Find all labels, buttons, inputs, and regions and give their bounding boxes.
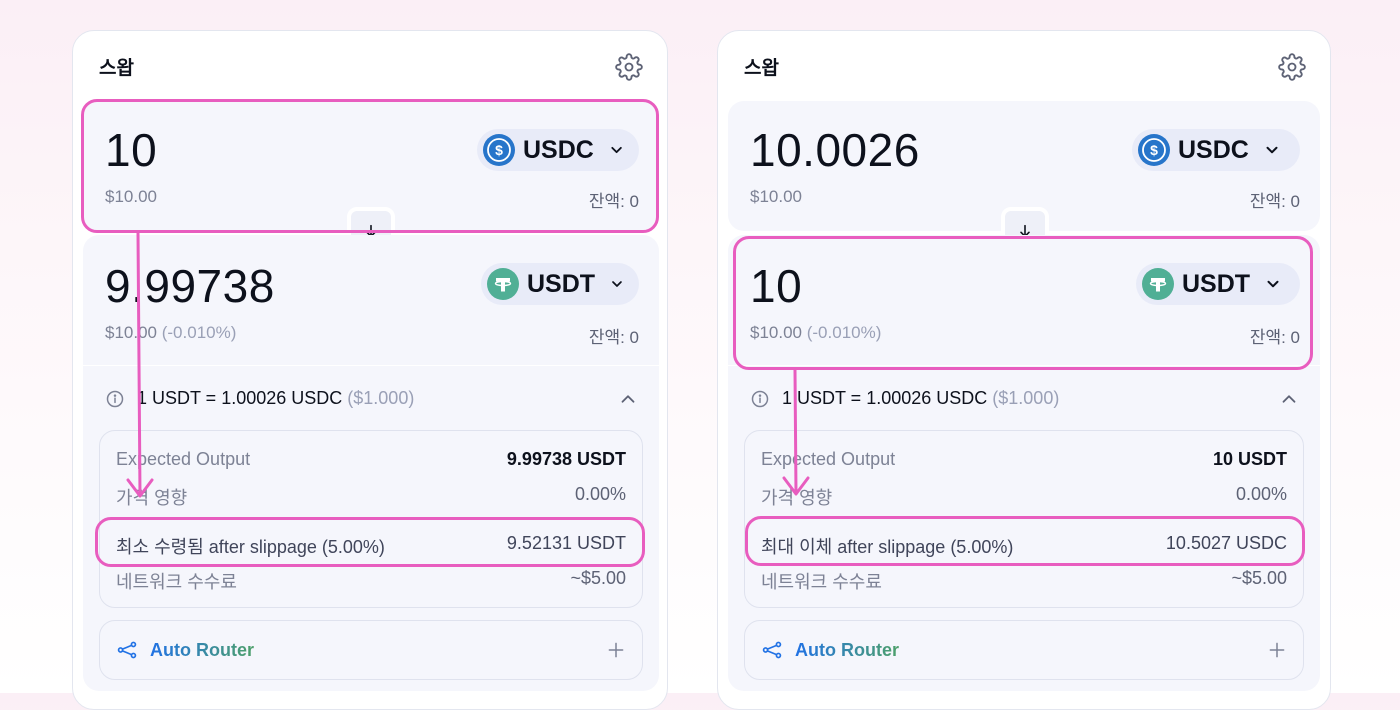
exchange-rate-usd: ($1.000): [992, 388, 1060, 408]
output-usd-change: (-0.010%): [806, 323, 882, 342]
usdc-icon: $: [1138, 134, 1170, 166]
trade-details: Expected Output 9.99738 USDT 가격 영향 0.00%…: [99, 430, 643, 608]
detail-value: 10.5027 USDC: [1165, 533, 1287, 553]
swap-details-panel: 1 USDT = 1.00026 USDC ($1.000) Expected …: [728, 366, 1320, 691]
detail-value: 10 USDT: [1212, 449, 1287, 469]
input-amount[interactable]: 10.0026: [750, 123, 920, 177]
detail-row-network-fee: 네트워크 수수료 ~$5.00: [761, 568, 1287, 594]
token-symbol: USDT: [527, 269, 596, 298]
chevron-up-icon[interactable]: [617, 388, 639, 410]
output-panel[interactable]: 9.99738 USDT $10.00 (-0.010%) 잔액: 0: [83, 235, 659, 365]
detail-row-expected-output: Expected Output 10 USDT: [761, 449, 1287, 470]
input-balance: 잔액: 0: [588, 192, 639, 211]
exchange-rate-usd: ($1.000): [347, 388, 415, 408]
settings-gear-icon[interactable]: [615, 53, 643, 81]
token-selector-usdt[interactable]: USDT: [481, 263, 639, 305]
usdt-icon: [487, 268, 519, 300]
swap-title: 스왑: [99, 58, 134, 79]
token-symbol: USDC: [523, 135, 594, 164]
chevron-down-icon: [1267, 280, 1279, 288]
info-icon: [751, 390, 769, 407]
exchange-rate-row[interactable]: 1 USDT = 1.00026 USDC ($1.000): [105, 388, 414, 409]
detail-value: 9.99738 USDT: [506, 449, 626, 469]
swap-title: 스왑: [744, 58, 779, 79]
detail-label: 최대 이체 after slippage (5.00%): [761, 537, 1014, 557]
input-balance: 잔액: 0: [1249, 192, 1300, 211]
router-icon: [762, 641, 782, 659]
input-usd-value: $10.00: [105, 187, 157, 206]
usdt-icon: [1142, 268, 1174, 300]
swap-details-panel: 1 USDT = 1.00026 USDC ($1.000) Expected …: [83, 366, 659, 691]
token-symbol: USDC: [1178, 135, 1249, 164]
token-selector-usdc[interactable]: $ USDC: [477, 129, 639, 171]
detail-label: Expected Output: [116, 449, 251, 469]
output-usd-value: $10.00 (-0.010%): [750, 323, 881, 343]
auto-router-row[interactable]: Auto Router: [744, 620, 1304, 680]
detail-row-price-impact: 가격 영향 0.00%: [116, 484, 626, 510]
svg-text:$: $: [1150, 142, 1158, 158]
chevron-down-icon: [1266, 146, 1278, 154]
settings-gear-icon[interactable]: [1278, 53, 1306, 81]
exchange-rate: 1 USDT = 1.00026 USDC: [137, 388, 343, 408]
token-selector-usdc[interactable]: $ USDC: [1132, 129, 1300, 171]
output-usd: $10.00: [750, 323, 802, 342]
detail-label: Expected Output: [761, 449, 896, 469]
detail-value: ~$5.00: [1231, 568, 1287, 588]
output-usd-change: (-0.010%): [161, 323, 237, 342]
info-icon: [106, 390, 124, 407]
plus-icon[interactable]: [1267, 640, 1287, 660]
router-icon: [117, 641, 137, 659]
token-selector-usdt[interactable]: USDT: [1136, 263, 1300, 305]
token-symbol: USDT: [1182, 269, 1251, 298]
input-amount[interactable]: 10: [105, 123, 157, 177]
exchange-rate-row[interactable]: 1 USDT = 1.00026 USDC ($1.000): [750, 388, 1059, 409]
detail-row-maximum-sent: 최대 이체 after slippage (5.00%) 10.5027 USD…: [761, 533, 1287, 559]
detail-label: 가격 영향: [761, 488, 833, 508]
detail-row-price-impact: 가격 영향 0.00%: [761, 484, 1287, 510]
auto-router-row[interactable]: Auto Router: [99, 620, 643, 680]
output-panel[interactable]: 10 USDT $10.00 (-0.010%) 잔액: 0: [728, 235, 1320, 365]
plus-icon[interactable]: [606, 640, 626, 660]
chevron-down-icon: [611, 146, 622, 154]
detail-label: 최소 수령됨 after slippage (5.00%): [116, 537, 385, 557]
usdc-icon: $: [483, 134, 515, 166]
detail-value: 0.00%: [574, 484, 626, 504]
chevron-up-icon[interactable]: [1278, 388, 1300, 410]
output-balance: 잔액: 0: [1249, 328, 1300, 347]
output-usd: $10.00: [105, 323, 157, 342]
auto-router-label: Auto Router: [150, 639, 254, 660]
detail-row-minimum-received: 최소 수령됨 after slippage (5.00%) 9.52131 US…: [116, 533, 626, 559]
output-usd-value: $10.00 (-0.010%): [105, 323, 236, 343]
detail-value: 0.00%: [1235, 484, 1287, 504]
svg-text:$: $: [495, 142, 503, 158]
output-balance: 잔액: 0: [588, 328, 639, 347]
detail-label: 네트워크 수수료: [116, 572, 237, 592]
exchange-rate: 1 USDT = 1.00026 USDC: [782, 388, 988, 408]
swap-card-right: 스왑 10.0026 $ USDC $10.00 잔액: 0 10 USDT $…: [717, 30, 1331, 710]
detail-row-network-fee: 네트워크 수수료 ~$5.00: [116, 568, 626, 594]
input-usd-value: $10.00: [750, 187, 802, 206]
swap-card-left: 스왑 10 $ USDC $10.00 잔액: 0 9.99738 USDT $…: [72, 30, 668, 710]
detail-label: 네트워크 수수료: [761, 572, 882, 592]
detail-value: ~$5.00: [570, 568, 626, 588]
detail-row-expected-output: Expected Output 9.99738 USDT: [116, 449, 626, 470]
output-amount[interactable]: 9.99738: [105, 259, 275, 313]
auto-router-label: Auto Router: [795, 639, 899, 660]
trade-details: Expected Output 10 USDT 가격 영향 0.00% 최대 이…: [744, 430, 1304, 608]
chevron-down-icon: [612, 281, 622, 287]
detail-value: 9.52131 USDT: [506, 533, 626, 553]
detail-label: 가격 영향: [116, 488, 188, 508]
output-amount[interactable]: 10: [750, 259, 802, 313]
